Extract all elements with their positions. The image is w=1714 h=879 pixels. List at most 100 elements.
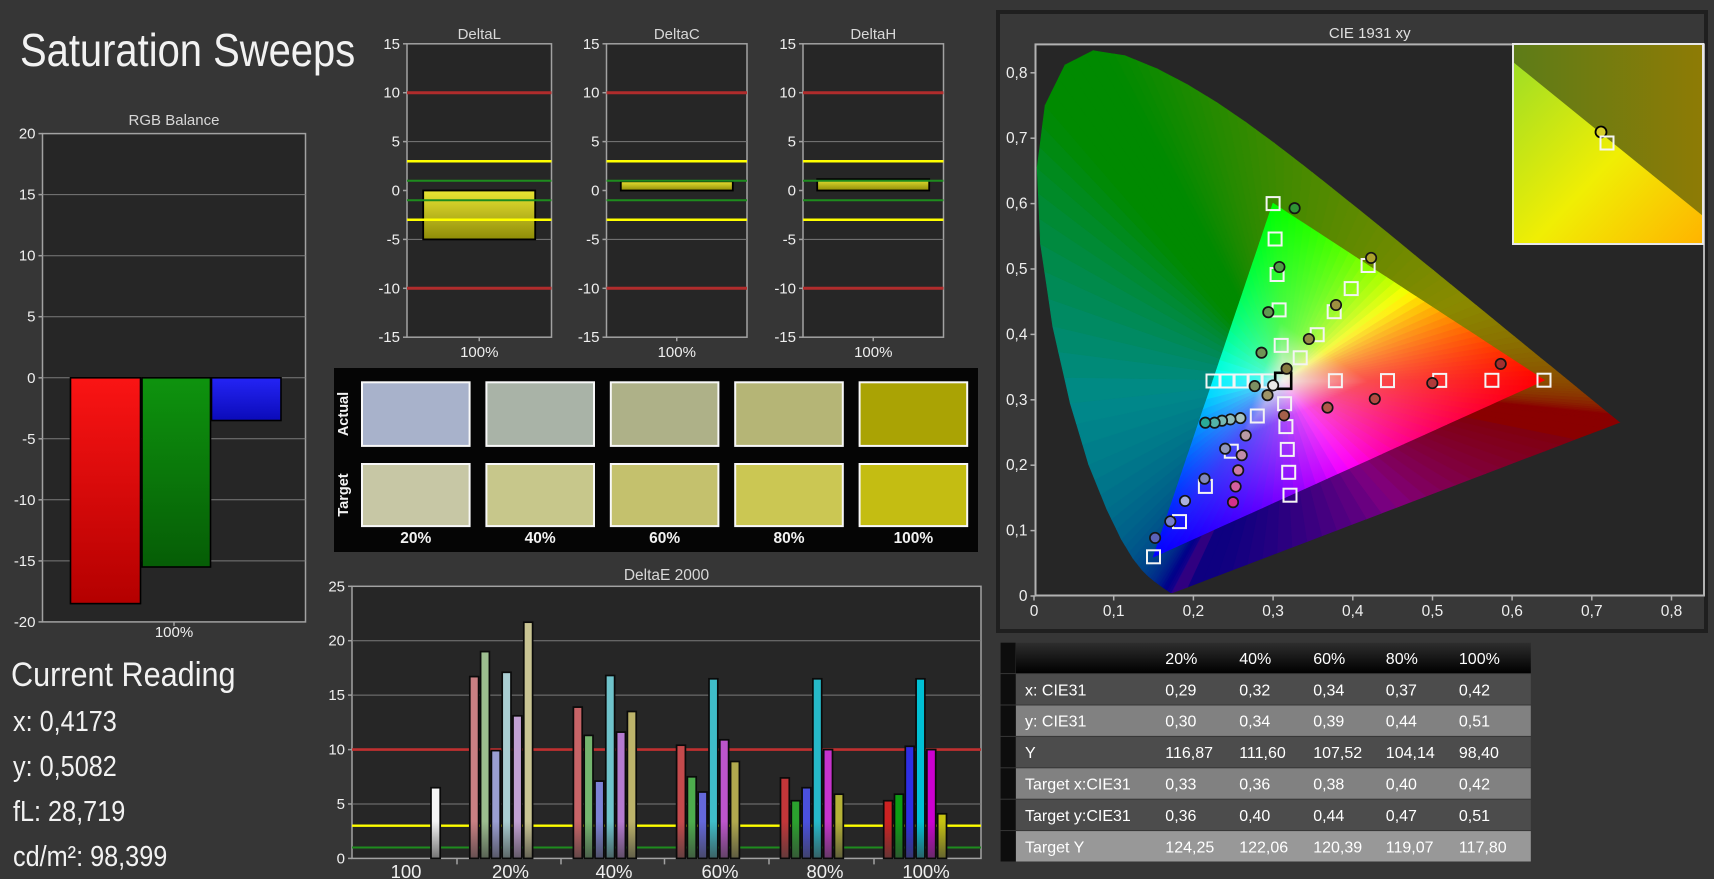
svg-text:0,1: 0,1 [1103, 603, 1125, 620]
svg-text:40%: 40% [595, 861, 632, 879]
svg-text:0,6: 0,6 [1006, 196, 1028, 213]
svg-text:15: 15 [383, 36, 400, 53]
svg-text:10: 10 [779, 85, 796, 102]
svg-text:0: 0 [337, 850, 345, 867]
svg-text:0,8: 0,8 [1006, 65, 1028, 82]
svg-text:5: 5 [337, 796, 345, 813]
svg-text:0,44: 0,44 [1386, 714, 1417, 731]
svg-text:111,60: 111,60 [1239, 745, 1286, 762]
svg-text:25: 25 [328, 578, 345, 595]
svg-text:20: 20 [328, 633, 345, 650]
svg-text:15: 15 [583, 36, 600, 53]
svg-text:-10: -10 [578, 280, 600, 297]
svg-text:10: 10 [328, 742, 345, 759]
svg-text:0,2: 0,2 [1183, 603, 1205, 620]
svg-text:RGB Balance: RGB Balance [129, 112, 220, 129]
svg-text:40%: 40% [1239, 651, 1271, 668]
svg-text:0: 0 [1019, 588, 1028, 605]
svg-text:0,30: 0,30 [1165, 714, 1196, 731]
svg-text:Actual: Actual [336, 392, 352, 436]
svg-text:100%: 100% [1459, 651, 1500, 668]
svg-text:0,40: 0,40 [1386, 777, 1417, 794]
svg-text:0: 0 [392, 183, 400, 200]
svg-text:20: 20 [19, 126, 36, 143]
svg-text:-10: -10 [14, 492, 36, 509]
svg-text:117,80: 117,80 [1459, 839, 1507, 856]
svg-text:Y: Y [1025, 745, 1036, 762]
svg-text:0,47: 0,47 [1386, 808, 1417, 825]
svg-text:-5: -5 [22, 431, 35, 448]
svg-text:0,5: 0,5 [1006, 261, 1028, 278]
svg-text:60%: 60% [701, 861, 738, 879]
svg-text:5: 5 [392, 134, 400, 151]
svg-text:0,42: 0,42 [1459, 682, 1490, 699]
svg-text:100: 100 [391, 861, 422, 879]
svg-text:100%: 100% [854, 344, 892, 361]
svg-text:0,38: 0,38 [1313, 777, 1344, 794]
svg-text:DeltaL: DeltaL [458, 26, 501, 43]
svg-text:107,52: 107,52 [1313, 745, 1362, 762]
svg-text:5: 5 [788, 134, 796, 151]
svg-text:y: CIE31: y: CIE31 [1025, 714, 1086, 731]
svg-text:0,37: 0,37 [1386, 682, 1417, 699]
svg-text:60%: 60% [1313, 651, 1345, 668]
svg-text:-5: -5 [586, 231, 599, 248]
svg-text:0,51: 0,51 [1459, 808, 1490, 825]
svg-text:15: 15 [19, 187, 36, 204]
svg-text:120,39: 120,39 [1313, 839, 1362, 856]
svg-text:15: 15 [779, 36, 796, 53]
svg-text:-15: -15 [774, 329, 796, 346]
svg-text:0,51: 0,51 [1459, 714, 1490, 731]
svg-text:20%: 20% [1165, 651, 1197, 668]
svg-text:98,40: 98,40 [1459, 745, 1499, 762]
svg-text:-15: -15 [378, 329, 400, 346]
svg-text:0,33: 0,33 [1165, 777, 1196, 794]
svg-text:119,07: 119,07 [1386, 839, 1434, 856]
svg-text:5: 5 [27, 309, 35, 326]
svg-text:-5: -5 [783, 231, 796, 248]
svg-text:Target x:CIE31: Target x:CIE31 [1025, 777, 1131, 794]
svg-text:100%: 100% [460, 344, 498, 361]
svg-text:DeltaH: DeltaH [850, 26, 896, 43]
svg-text:0,6: 0,6 [1501, 603, 1523, 620]
svg-text:0,7: 0,7 [1581, 603, 1603, 620]
svg-text:20%: 20% [492, 861, 529, 879]
svg-text:0,5: 0,5 [1422, 603, 1444, 620]
svg-text:0,34: 0,34 [1313, 682, 1344, 699]
svg-text:0,42: 0,42 [1459, 777, 1490, 794]
svg-text:0: 0 [27, 370, 35, 387]
svg-text:0,29: 0,29 [1165, 682, 1196, 699]
svg-text:10: 10 [583, 85, 600, 102]
svg-text:122,06: 122,06 [1239, 839, 1288, 856]
svg-text:60%: 60% [649, 530, 680, 547]
svg-text:Target: Target [336, 473, 352, 516]
svg-text:100%: 100% [902, 861, 949, 879]
svg-text:0,4: 0,4 [1342, 603, 1364, 620]
svg-text:0,3: 0,3 [1262, 603, 1284, 620]
svg-text:0,8: 0,8 [1661, 603, 1683, 620]
svg-text:20%: 20% [400, 530, 431, 547]
svg-text:10: 10 [383, 85, 400, 102]
svg-text:80%: 80% [1386, 651, 1418, 668]
svg-text:-15: -15 [578, 329, 600, 346]
svg-text:100%: 100% [155, 624, 193, 641]
svg-text:x: CIE31: x: CIE31 [1025, 682, 1086, 699]
svg-text:0: 0 [788, 183, 796, 200]
svg-text:DeltaC: DeltaC [654, 26, 700, 43]
svg-text:0,39: 0,39 [1313, 714, 1344, 731]
svg-text:124,25: 124,25 [1165, 839, 1214, 856]
svg-text:100%: 100% [894, 530, 934, 547]
svg-text:5: 5 [591, 134, 599, 151]
svg-text:0,44: 0,44 [1313, 808, 1344, 825]
svg-text:0,7: 0,7 [1006, 130, 1028, 147]
svg-text:0,32: 0,32 [1239, 682, 1270, 699]
svg-text:CIE 1931 xy: CIE 1931 xy [1329, 25, 1411, 42]
svg-text:-15: -15 [14, 553, 36, 570]
svg-text:0,4: 0,4 [1006, 326, 1028, 343]
svg-text:116,87: 116,87 [1165, 745, 1213, 762]
svg-text:0: 0 [591, 183, 599, 200]
svg-text:80%: 80% [773, 530, 804, 547]
svg-text:10: 10 [19, 248, 36, 265]
svg-text:0,1: 0,1 [1006, 523, 1028, 540]
svg-text:-10: -10 [378, 280, 400, 297]
